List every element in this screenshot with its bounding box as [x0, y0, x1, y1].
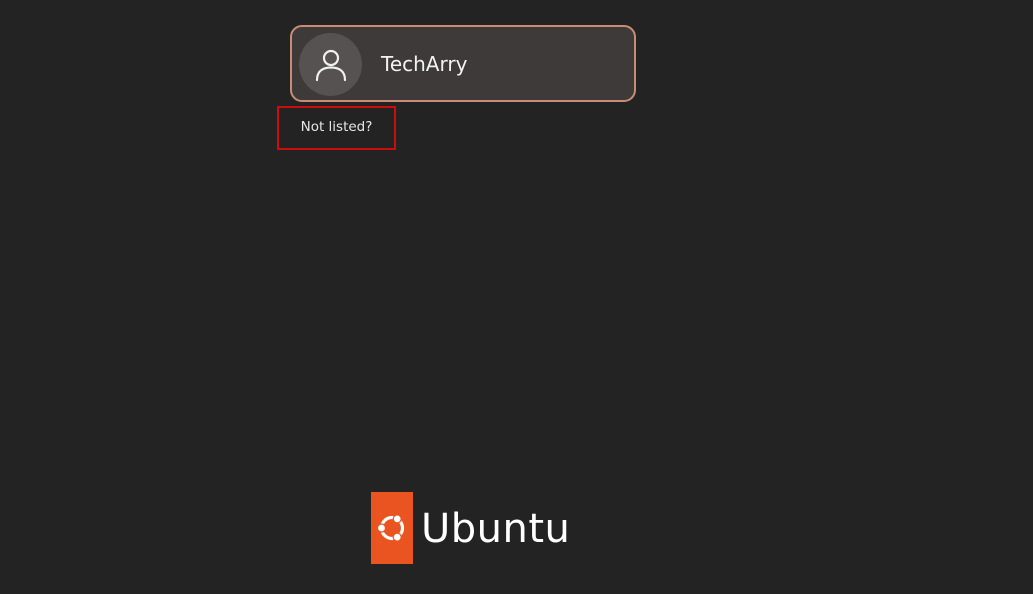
- ubuntu-wordmark: Ubuntu: [421, 506, 571, 552]
- user-name: TechArry: [381, 52, 468, 76]
- ubuntu-circle-of-friends-icon: [376, 514, 405, 542]
- not-listed-label: Not listed?: [300, 119, 373, 135]
- ubuntu-branding: Ubuntu: [371, 492, 570, 564]
- not-listed-button[interactable]: Not listed?: [277, 106, 396, 150]
- ubuntu-logo: [371, 492, 413, 564]
- login-screen: TechArry Not listed? Ubuntu: [0, 0, 1033, 594]
- user-list-item[interactable]: TechArry: [290, 25, 636, 102]
- avatar: [299, 33, 362, 96]
- user-silhouette-icon: [315, 49, 346, 81]
